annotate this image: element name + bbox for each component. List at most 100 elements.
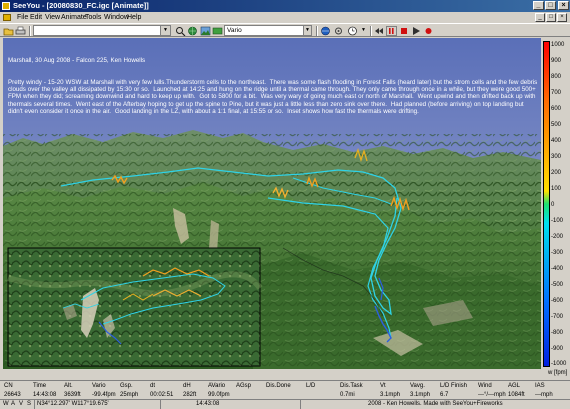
time-readout: 14:43:08: [196, 401, 220, 407]
cell-value: 3.1mph: [410, 392, 431, 398]
scale-label: -200: [551, 234, 564, 240]
menu-window[interactable]: Window: [104, 13, 129, 22]
cell-value: 3639ft: [64, 392, 81, 398]
toolbar: ▼ Vario ▼ ▼: [0, 23, 570, 37]
globe-icon[interactable]: [320, 26, 331, 36]
pause-icon[interactable]: [386, 26, 397, 36]
flight-notes-body: Pretty windy - 15-20 WSW at Marshall wit…: [8, 79, 538, 115]
window-title: SeeYou - [20080830_FC.igc [Animate]]: [13, 1, 149, 10]
column-header: AGL: [508, 383, 521, 389]
record-icon[interactable]: [423, 26, 434, 36]
mdi-close-button[interactable]: ×: [557, 13, 567, 22]
cell-value: 14:43:08: [33, 392, 57, 398]
column-header: AGsp: [236, 383, 252, 389]
menu-bar: File Edit View Animate Tools Window Help: [0, 12, 570, 23]
photo-icon[interactable]: [200, 26, 211, 36]
animation-3d-view[interactable]: Marshall, 30 Aug 2008 - Falcon 225, Ken …: [3, 38, 541, 369]
cell-value: ---mph: [535, 392, 553, 398]
status-button-v[interactable]: V: [19, 400, 23, 409]
column-header: Vt: [380, 383, 386, 389]
inset-map: [7, 247, 263, 367]
maximize-button[interactable]: □: [545, 1, 556, 10]
column-header: Time: [33, 383, 47, 389]
minimize-button[interactable]: _: [533, 1, 544, 10]
scale-label: 400: [551, 138, 562, 144]
column-header: Dis.Task: [340, 383, 363, 389]
column-header: L/D: [306, 383, 316, 389]
cell-value: 3.1mph: [380, 392, 401, 398]
menu-help[interactable]: Help: [127, 13, 141, 22]
column-header: Vario: [92, 383, 106, 389]
column-header: AVario: [208, 383, 226, 389]
scale-label: 300: [551, 154, 562, 160]
column-header: dt: [150, 383, 156, 389]
menu-animate[interactable]: Animate: [61, 13, 87, 22]
print-icon[interactable]: [15, 26, 26, 36]
rewind-icon[interactable]: [374, 26, 385, 36]
display-mode-select[interactable]: Vario: [224, 25, 312, 36]
coordinates-readout: N34°12.297' W117°19.675': [37, 401, 109, 407]
cell-value: 26643: [4, 392, 21, 398]
column-header: Alt.: [64, 383, 73, 389]
cell-value: ---°/---mph: [478, 392, 506, 398]
cell-value: 00:02:51: [150, 392, 174, 398]
time-combo[interactable]: ▼: [33, 25, 171, 36]
cell-value: 25mph: [120, 392, 139, 398]
scale-label: -500: [551, 282, 564, 288]
column-header: Gsp.: [120, 383, 133, 389]
flight-notes-heading: Marshall, 30 Aug 2008 - Falcon 225, Ken …: [8, 57, 146, 65]
scale-label: 500: [551, 122, 562, 128]
scale-label: 1000: [551, 42, 565, 48]
settings-icon[interactable]: [212, 26, 223, 36]
status-button-w[interactable]: W: [3, 400, 9, 409]
clock-icon[interactable]: [347, 26, 358, 36]
settings-icon[interactable]: [333, 26, 344, 36]
status-button-a[interactable]: A: [11, 400, 15, 409]
app-icon[interactable]: [2, 2, 10, 10]
scale-label: 800: [551, 74, 562, 80]
zoom-icon[interactable]: [175, 26, 186, 37]
cell-value: 99.0fpm: [208, 392, 230, 398]
menu-file[interactable]: File: [17, 13, 28, 22]
menu-view[interactable]: View: [45, 13, 60, 22]
stop-icon[interactable]: [399, 26, 410, 36]
play-icon[interactable]: [411, 26, 422, 36]
menu-tools[interactable]: Tools: [85, 13, 101, 22]
scale-label: -600: [551, 298, 564, 304]
globe-icon[interactable]: [187, 26, 198, 36]
cell-value: 0.7mi: [340, 392, 355, 398]
chevron-down-icon[interactable]: ▼: [160, 26, 170, 35]
column-header: IAS: [535, 383, 545, 389]
chevron-down-icon[interactable]: ▼: [359, 25, 368, 36]
cell-value: 1084ft: [508, 392, 525, 398]
open-icon[interactable]: [3, 26, 14, 36]
menu-edit[interactable]: Edit: [30, 13, 42, 22]
scale-label: -400: [551, 266, 564, 272]
cell-value: 6.7: [440, 392, 449, 398]
close-button[interactable]: ×: [558, 1, 569, 10]
vario-scale-unit: w [fpm]: [548, 370, 568, 376]
scale-label: -800: [551, 330, 564, 336]
document-icon[interactable]: [3, 14, 11, 21]
status-button-s[interactable]: S: [27, 400, 31, 409]
scale-label: 200: [551, 170, 562, 176]
mdi-minimize-button[interactable]: _: [535, 13, 545, 22]
column-header: Wind: [478, 383, 492, 389]
column-header: L/D Finish: [440, 383, 468, 389]
scale-label: -900: [551, 346, 564, 352]
cell-value: -99.4fpm: [92, 392, 116, 398]
credit-text: 2008 - Ken Howells. Made with SeeYou+Fir…: [368, 401, 503, 407]
scale-label: 900: [551, 58, 562, 64]
scale-label: 600: [551, 106, 562, 112]
scale-label: -100: [551, 218, 564, 224]
chevron-down-icon[interactable]: ▼: [303, 25, 312, 36]
scale-label: 100: [551, 186, 562, 192]
mdi-restore-button[interactable]: □: [546, 13, 556, 22]
scale-label: -1000: [551, 361, 567, 367]
column-header: Vavg.: [410, 383, 425, 389]
column-header: dH: [183, 383, 191, 389]
scale-label: -700: [551, 314, 564, 320]
flight-notes-text: Marshall, 30 Aug 2008 - Falcon 225, Ken …: [8, 43, 538, 129]
scale-label: 700: [551, 90, 562, 96]
scale-label: 0: [551, 202, 555, 208]
